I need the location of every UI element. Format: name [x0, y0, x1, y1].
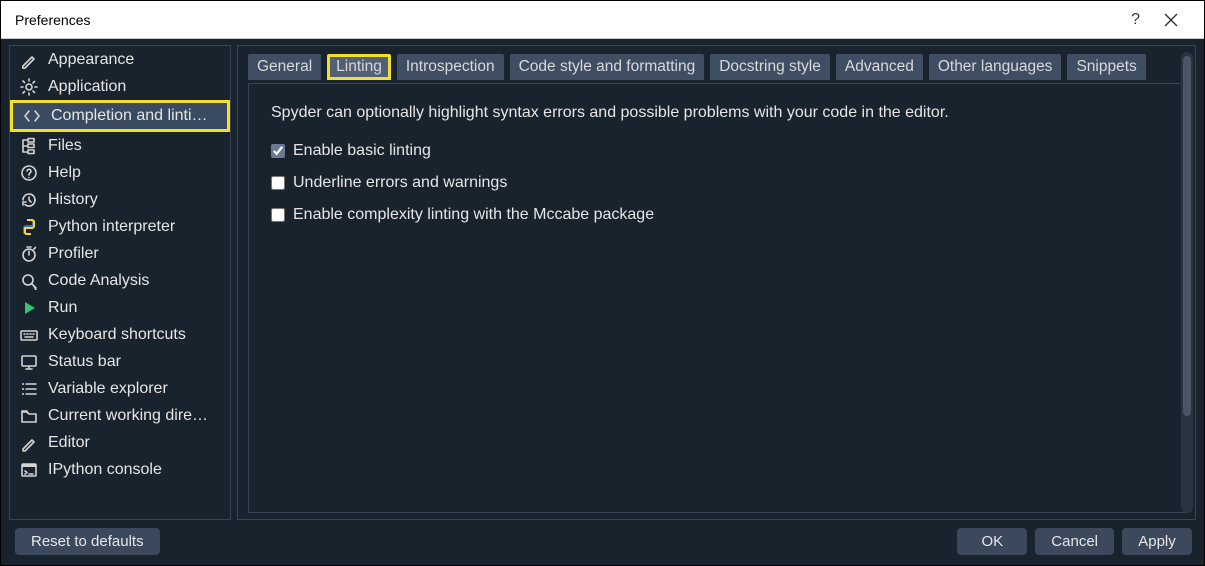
- checkbox-row[interactable]: Enable basic linting: [271, 142, 1166, 160]
- terminal-icon: [20, 461, 38, 479]
- list-icon: [20, 380, 38, 398]
- tab-other-languages[interactable]: Other languages: [929, 54, 1062, 80]
- sidebar-item-search[interactable]: Code Analysis: [10, 267, 230, 294]
- tab-advanced[interactable]: Advanced: [836, 54, 923, 80]
- tab-bar: GeneralLintingIntrospectionCode style an…: [248, 54, 1189, 80]
- close-button[interactable]: [1152, 13, 1190, 27]
- checkbox-label: Underline errors and warnings: [293, 174, 507, 192]
- sidebar-item-label: Current working dire…: [48, 407, 208, 425]
- checkbox-input[interactable]: [271, 208, 285, 222]
- sidebar-item-monitor[interactable]: Status bar: [10, 348, 230, 375]
- sidebar-item-label: Appearance: [48, 51, 134, 69]
- tab-snippets[interactable]: Snippets: [1067, 54, 1145, 80]
- sidebar-item-label: Variable explorer: [48, 380, 168, 398]
- sidebar-item-brush[interactable]: Appearance: [10, 46, 230, 73]
- sidebar-item-label: Help: [48, 164, 81, 182]
- sidebar-item-help[interactable]: Help: [10, 159, 230, 186]
- sidebar-item-gear[interactable]: Application: [10, 73, 230, 100]
- gear-icon: [20, 78, 38, 96]
- sidebar-item-label: Application: [48, 78, 126, 96]
- sidebar-item-terminal[interactable]: IPython console: [10, 456, 230, 483]
- folder-icon: [20, 407, 38, 425]
- scrollbar-thumb[interactable]: [1183, 56, 1191, 416]
- tab-docstring-style[interactable]: Docstring style: [710, 54, 830, 80]
- close-icon: [1164, 13, 1178, 27]
- reset-defaults-button[interactable]: Reset to defaults: [15, 528, 160, 555]
- checkbox-label: Enable basic linting: [293, 142, 431, 160]
- sidebar-item-keyboard[interactable]: Keyboard shortcuts: [10, 321, 230, 348]
- sidebar-item-label: History: [48, 191, 98, 209]
- category-sidebar: Appearance Application Completion and lint…: [9, 45, 231, 520]
- sidebar-item-label: Run: [48, 299, 77, 317]
- sidebar-item-pencil[interactable]: Editor: [10, 429, 230, 456]
- apply-button[interactable]: Apply: [1122, 528, 1192, 555]
- monitor-icon: [20, 353, 38, 371]
- sidebar-item-tree[interactable]: Files: [10, 132, 230, 159]
- sidebar-item-folder[interactable]: Current working dire…: [10, 402, 230, 429]
- tab-general[interactable]: General: [248, 54, 321, 80]
- sidebar-item-label: IPython console: [48, 461, 162, 479]
- sidebar-item-label: Python interpreter: [48, 218, 175, 236]
- tab-content: Spyder can optionally highlight syntax e…: [248, 83, 1189, 513]
- ok-button[interactable]: OK: [957, 528, 1027, 555]
- tree-icon: [20, 137, 38, 155]
- sidebar-item-angles[interactable]: Completion and linti…: [10, 100, 230, 132]
- sidebar-item-python[interactable]: Python interpreter: [10, 213, 230, 240]
- brush-icon: [20, 51, 38, 69]
- pane-description: Spyder can optionally highlight syntax e…: [271, 104, 1166, 122]
- tab-linting[interactable]: Linting: [327, 54, 391, 80]
- checkbox-label: Enable complexity linting with the Mccab…: [293, 206, 654, 224]
- search-icon: [20, 272, 38, 290]
- stopwatch-icon: [20, 245, 38, 263]
- sidebar-item-label: Keyboard shortcuts: [48, 326, 186, 344]
- checkbox-row[interactable]: Enable complexity linting with the Mccab…: [271, 206, 1166, 224]
- help-button[interactable]: ?: [1119, 11, 1152, 29]
- sidebar-item-label: Code Analysis: [48, 272, 149, 290]
- sidebar-item-history[interactable]: History: [10, 186, 230, 213]
- dialog-footer: Reset to defaults OK Cancel Apply: [1, 520, 1204, 565]
- sidebar-item-label: Files: [48, 137, 82, 155]
- content-scrollbar[interactable]: [1181, 52, 1193, 513]
- checkbox-input[interactable]: [271, 144, 285, 158]
- checkbox-row[interactable]: Underline errors and warnings: [271, 174, 1166, 192]
- cancel-button[interactable]: Cancel: [1035, 528, 1114, 555]
- tab-introspection[interactable]: Introspection: [397, 54, 504, 80]
- sidebar-item-label: Editor: [48, 434, 90, 452]
- settings-panel: GeneralLintingIntrospectionCode style an…: [237, 45, 1196, 520]
- pencil-icon: [20, 434, 38, 452]
- sidebar-item-label: Profiler: [48, 245, 99, 263]
- keyboard-icon: [20, 326, 38, 344]
- titlebar: Preferences ?: [1, 1, 1204, 39]
- sidebar-item-list[interactable]: Variable explorer: [10, 375, 230, 402]
- play-icon: [20, 299, 38, 317]
- help-icon: [20, 164, 38, 182]
- window-title: Preferences: [15, 12, 90, 28]
- python-icon: [20, 218, 38, 236]
- sidebar-item-play[interactable]: Run: [10, 294, 230, 321]
- history-icon: [20, 191, 38, 209]
- sidebar-item-label: Status bar: [48, 353, 121, 371]
- angles-icon: [23, 107, 41, 125]
- checkbox-input[interactable]: [271, 176, 285, 190]
- sidebar-item-label: Completion and linti…: [51, 107, 208, 125]
- sidebar-item-stopwatch[interactable]: Profiler: [10, 240, 230, 267]
- tab-code-style-and-formatting[interactable]: Code style and formatting: [510, 54, 705, 80]
